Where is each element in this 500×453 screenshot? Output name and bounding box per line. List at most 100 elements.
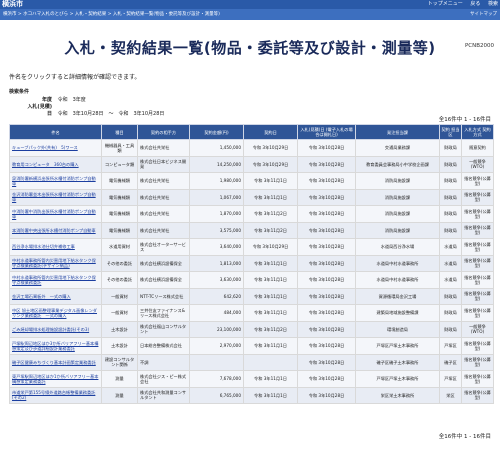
bid-date: 令和 3年10月28日 — [297, 139, 356, 157]
contract-date: 令和 3年11月1日 — [243, 172, 298, 190]
bid-method: 指名競争(公募型) — [461, 188, 494, 206]
ordering-section: 磯子区磯子土木事務所 — [355, 353, 440, 371]
contract-office: 財政局 — [439, 155, 462, 173]
category: 電気機械類 — [101, 221, 138, 239]
category: その他の委託 — [101, 254, 138, 272]
item-name-link[interactable]: 金沢工場石膏板外 一式の購入 — [9, 287, 102, 305]
item-name-link[interactable]: 西谷浄水場排水池仕切弁補修工事 — [9, 238, 102, 256]
contractor: 不調 — [137, 353, 190, 371]
category: 土木設計 — [101, 337, 138, 355]
condition-year: 年度 令和 3年度 — [24, 96, 86, 103]
item-name-link[interactable]: 市道栄戸第155号線外道路台帳整備業務委託(その2) — [9, 386, 102, 404]
contract-amount: 1,067,000 — [189, 188, 244, 206]
breadcrumb-portal[interactable]: ホコハマ入札のとびら — [23, 12, 68, 17]
column-header: 件名 — [9, 124, 102, 140]
item-name-link[interactable]: 教育用コンピュータ 360台の購入 — [9, 155, 102, 173]
table-row: 教育用コンピュータ 360台の購入 コンピュータ類 株式会社日本ビジネス開発 14,2… — [9, 155, 494, 173]
sitemap-link[interactable]: サイトマップ — [470, 9, 497, 20]
item-name-link[interactable]: キューブパック外(共有) 5)ワース — [9, 139, 102, 157]
bid-date: 令和 3年10月28日 — [297, 205, 356, 223]
column-header: 契約金額(円) — [189, 124, 244, 140]
instruction-note: 件名をクリックすると詳細情報が確認できます。 — [9, 74, 141, 81]
item-name-link[interactable]: 中村水道事務所管内災害用地下給水タンク保守点検業務委託(デザイン納品) — [9, 254, 102, 272]
contract-date: 令和 3年11月2日 — [243, 221, 298, 239]
table-row: 中区 旭土地区画整理事業デジタル画像レンダリング業務委託 一式の購入 一般資材 三井… — [9, 304, 494, 322]
item-name-link[interactable]: 東戸塚駅周辺地区ほか1か所バリアフリー基本構想策定業務委託 — [9, 370, 102, 388]
ordering-section: 環境創造局 — [355, 320, 440, 338]
ordering-section: 水道局中村水道事務所 — [355, 271, 440, 289]
contractor: 株式会社日本ビジネス開発 — [137, 155, 190, 173]
item-name-link[interactable]: 中村水道事務所管内災害用地下給水タンク保守点検業務委託 — [9, 271, 102, 289]
contract-date: 令和 3年10月29日 — [243, 155, 298, 173]
item-name-link[interactable]: ごみ焼却場排水処理施設設計委託(その3) — [9, 320, 102, 338]
contract-date: 令和 3年10月29日 — [243, 139, 298, 157]
ordering-section: 戸塚区戸塚土木事務所 — [355, 370, 440, 388]
column-header: 契約 担当区 — [439, 124, 462, 140]
table-row: 中村水道事務所管内災害用地下給水タンク保守点検業務委託 その他の委託 株式会社横浜設… — [9, 271, 494, 289]
category: 機械器具・工具類 — [101, 139, 138, 157]
column-header: 契約の相手方 — [137, 124, 190, 140]
bid-date: 令和 3年10月28日 — [297, 238, 356, 256]
search-link[interactable]: 検索 — [488, 1, 498, 7]
top-menu-link[interactable]: トップメニュー — [428, 1, 463, 7]
item-name-link[interactable]: 戸塚駅周辺地区ほか3か所バリアフリー基本構想策定及び歩道詳細設計業務委託 — [9, 337, 102, 355]
contract-office: 水道局 — [439, 271, 462, 289]
category: 電気機械類 — [101, 172, 138, 190]
category: コンピュータ類 — [101, 155, 138, 173]
table-row: 泉消防署新横浜出張所水槽付消防ポンプ自動車 電気機械類 株式会社共栄社 1,980,0… — [9, 172, 494, 190]
item-name-link[interactable]: 中消防署中消防出張所水槽付消防ポンプ自動車 — [9, 205, 102, 223]
condition-label: 年度 — [41, 97, 52, 103]
bid-method: 指名競争(公募型) — [461, 238, 494, 256]
contractor: 株式会社共栄社 — [137, 188, 190, 206]
page-title: 入札・契約結果一覧(物品・委託等及び設計・測量等) — [64, 39, 436, 57]
conditions-heading: 検索条件 — [9, 89, 30, 95]
bid-date: 令和 3年10月28日 — [297, 337, 356, 355]
category: その他の委託 — [101, 271, 138, 289]
table-row: 市道栄戸第155号線外道路台帳整備業務委託(その2) 測量 株式会社共和測量コンサル… — [9, 386, 494, 404]
contract-amount: 2,970,000 — [189, 337, 244, 355]
ordering-section: 教育委員会事務局小中学校企画課 — [355, 155, 440, 173]
contract-amount: 1,870,000 — [189, 205, 244, 223]
contractor: 株式会社横浜設備保全 — [137, 271, 190, 289]
ordering-section: 水道局中村水道事務所 — [355, 254, 440, 272]
bid-date: 令和 3年10月28日 — [297, 254, 356, 272]
bid-date: 令和 3年10月28日 — [297, 353, 356, 371]
item-name-link[interactable]: 中区 旭土地区画整理事業デジタル画像レンダリング業務委託 一式の購入 — [9, 304, 102, 322]
ordering-section: 水道局西谷浄水場 — [355, 238, 440, 256]
contract-amount: 642,620 — [189, 287, 244, 305]
item-name-link[interactable]: 泉消防署新横浜出張所水槽付消防ポンプ自動車 — [9, 172, 102, 190]
ordering-section: 建築局地域施設整備課 — [355, 304, 440, 322]
breadcrumb-results[interactable]: 入札・契約結果 — [75, 12, 107, 17]
back-link[interactable]: 戻る — [470, 1, 480, 7]
bid-method: 指名競争(公募型) — [461, 271, 494, 289]
breadcrumb-home[interactable]: 横浜市 — [3, 12, 17, 17]
top-bar: 横浜市 トップメニュー 戻る 検索 — [0, 0, 500, 9]
contractor: 株式会社横浜設備保全 — [137, 254, 190, 272]
item-name-link[interactable]: 本消防署中央出張所水槽付消防ポンプ自動車 — [9, 221, 102, 239]
contractor: 日本総合整備株式会社 — [137, 337, 190, 355]
table-row: 戸塚駅周辺地区ほか3か所バリアフリー基本構想策定及び歩道詳細設計業務委託 土木設計… — [9, 337, 494, 355]
contract-amount: 6,765,000 — [189, 386, 244, 404]
ordering-section: 交通局業務課 — [355, 139, 440, 157]
bid-date: 令和 3年10月28日 — [297, 188, 356, 206]
bid-date: 令和 3年10月28日 — [297, 386, 356, 404]
bid-date: 令和 3年10月28日 — [297, 221, 356, 239]
bid-date: 令和 3年10月28日 — [297, 271, 356, 289]
contract-date — [243, 353, 298, 371]
bid-date: 令和 3年10月28日 — [297, 172, 356, 190]
contract-amount: 3,640,000 — [189, 238, 244, 256]
contractor: 株式会社共栄社 — [137, 139, 190, 157]
bid-method: 指名競争(公募型) — [461, 337, 494, 355]
condition-label: 入札(見積)日 — [27, 104, 52, 117]
item-name-link[interactable]: 金沢消防署並木出張所水槽付消防ポンプ自動車 — [9, 188, 102, 206]
table-row: 金沢工場石膏板外 一式の購入 一般資材 NTT-TCリース株式会社 642,620 令和… — [9, 287, 494, 305]
ordering-section: 消防局施設課 — [355, 221, 440, 239]
city-logo[interactable]: 横浜市 — [2, 0, 23, 9]
table-row: キューブパック外(共有) 5)ワース 機械器具・工具類 株式会社共栄社 1,450,0… — [9, 139, 494, 157]
contract-amount: 3,575,000 — [189, 221, 244, 239]
bid-method: 随意契約 — [461, 139, 494, 157]
contract-date: 令和 3年11月1日 — [243, 370, 298, 388]
category: 測量 — [101, 386, 138, 404]
breadcrumb-current: 入札・契約結果一覧(物品・委託等及び設計・測量等) — [112, 12, 220, 17]
item-name-link[interactable]: 磯子区健康みちづくり基本計画策定業務委託 — [9, 353, 102, 371]
